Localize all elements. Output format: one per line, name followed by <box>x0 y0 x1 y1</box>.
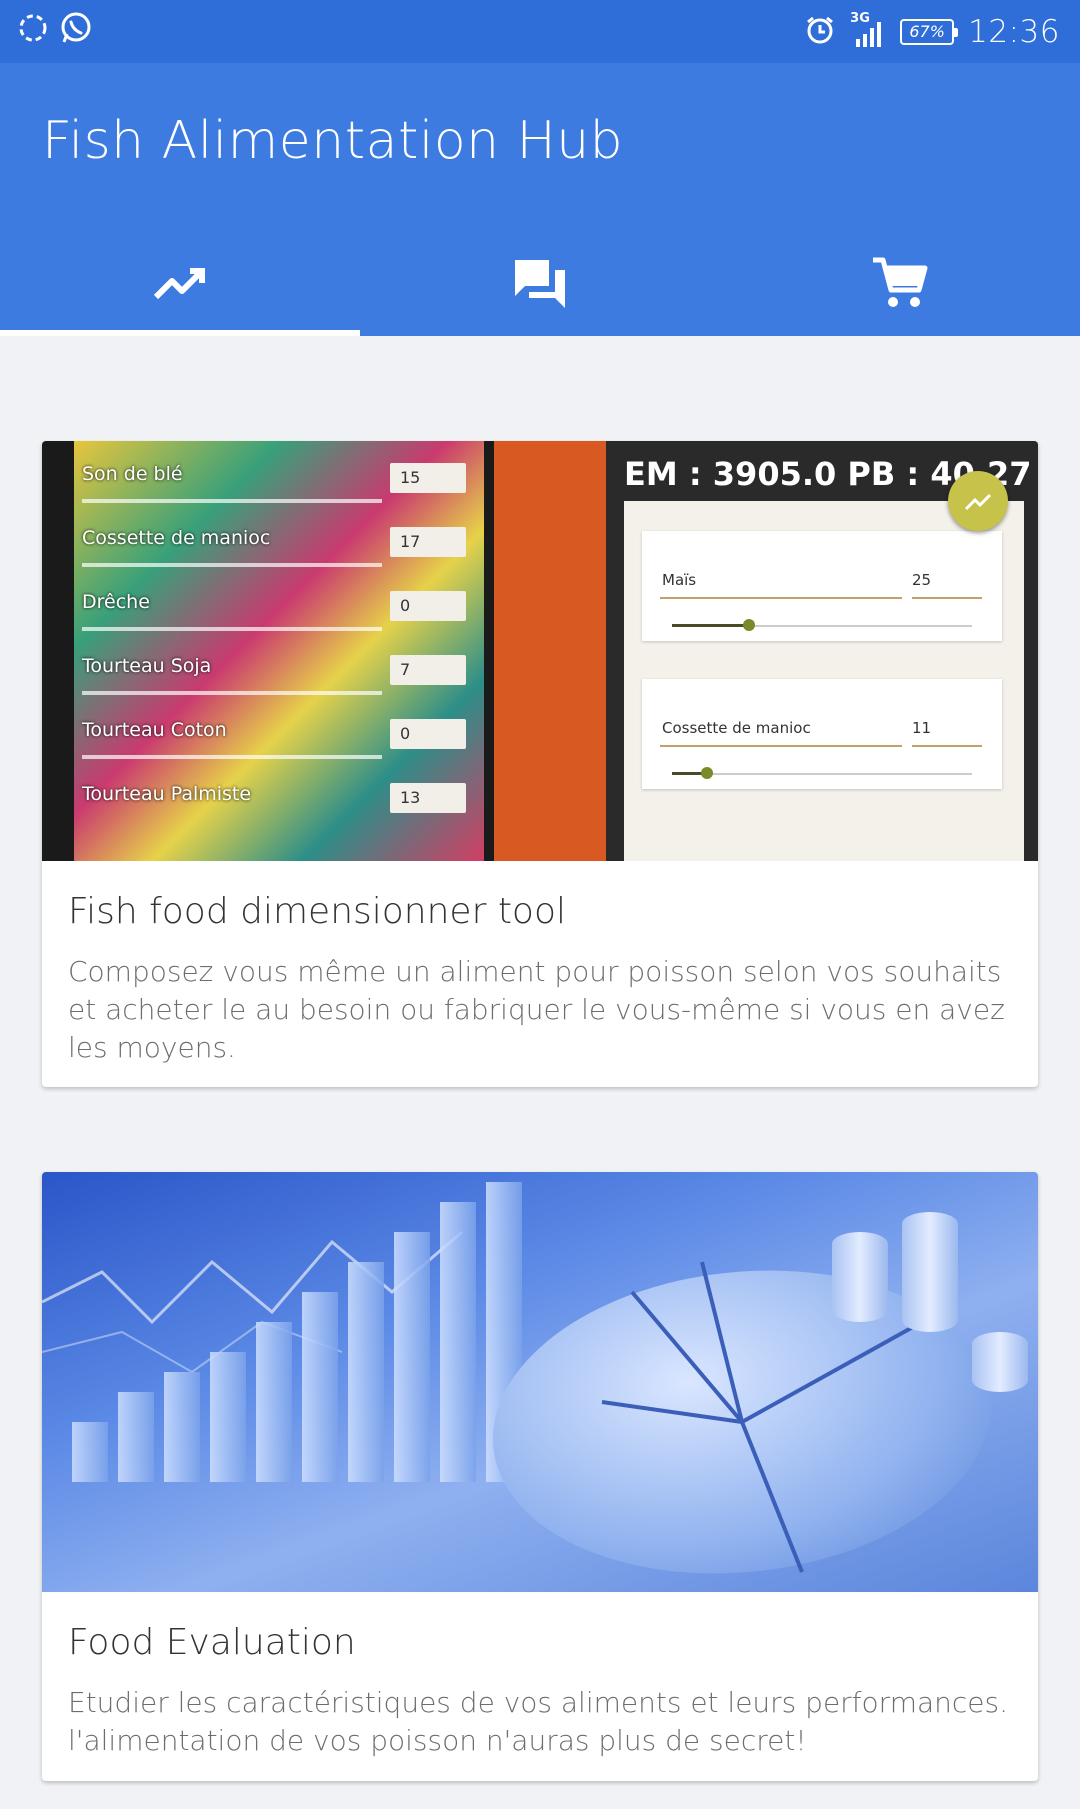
tab-bar <box>0 233 1080 336</box>
screenshot-sliders: EM : 3905.0 PB : 40.27 Maïs 25 Cossette … <box>606 441 1038 861</box>
ingredient-row: Tourteau Coton 0 <box>82 719 466 759</box>
whatsapp-icon <box>58 10 94 50</box>
status-time: 12:36 <box>968 13 1060 50</box>
trending-up-icon <box>152 263 208 307</box>
card-title: Food Evaluation <box>68 1622 356 1663</box>
signal-icon: 3G <box>850 11 886 49</box>
screenshot-ingredient-list: Son de blé 15 Cossette de manioc 17 Drêc… <box>42 441 494 861</box>
card-image-evaluation <box>42 1172 1038 1592</box>
card-description: Composez vous même un aliment pour poiss… <box>68 955 1005 1064</box>
forum-icon <box>511 256 569 314</box>
ingredient-row: Tourteau Soja 7 <box>82 655 466 695</box>
tab-shop[interactable] <box>720 233 1080 336</box>
tab-trending[interactable] <box>0 233 360 336</box>
shopping-cart-icon <box>871 254 929 316</box>
sync-icon <box>16 11 50 49</box>
card-description: Etudier les caractéristiques de vos alim… <box>68 1686 1008 1757</box>
decorative-strip <box>494 441 606 861</box>
ingredient-row: Tourteau Palmiste 13 <box>82 783 466 813</box>
slider-panel: Cossette de manioc 11 <box>642 679 1002 789</box>
tab-forum[interactable] <box>360 233 720 336</box>
ingredient-row: Cossette de manioc 17 <box>82 527 466 567</box>
card-fish-food-tool[interactable]: Son de blé 15 Cossette de manioc 17 Drêc… <box>42 441 1038 1087</box>
app-title: Fish Alimentation Hub <box>42 111 624 171</box>
alarm-icon <box>804 14 836 50</box>
slider-panel: Maïs 25 <box>642 531 1002 641</box>
app-bar: Fish Alimentation Hub <box>0 63 1080 336</box>
card-image-dimensionner: Son de blé 15 Cossette de manioc 17 Drêc… <box>42 441 1038 861</box>
finance-illustration <box>42 1172 1038 1592</box>
card-title: Fish food dimensionner tool <box>68 891 566 932</box>
ingredient-row: Son de blé 15 <box>82 463 466 503</box>
card-food-evaluation[interactable]: Food Evaluation Etudier les caractéristi… <box>42 1172 1038 1781</box>
status-bar: 3G 67% 12:36 <box>0 0 1080 63</box>
trending-fab-icon <box>948 471 1008 531</box>
battery-icon: 67% <box>900 18 959 45</box>
tab-indicator <box>0 330 360 336</box>
ingredient-row: Drêche 0 <box>82 591 466 631</box>
